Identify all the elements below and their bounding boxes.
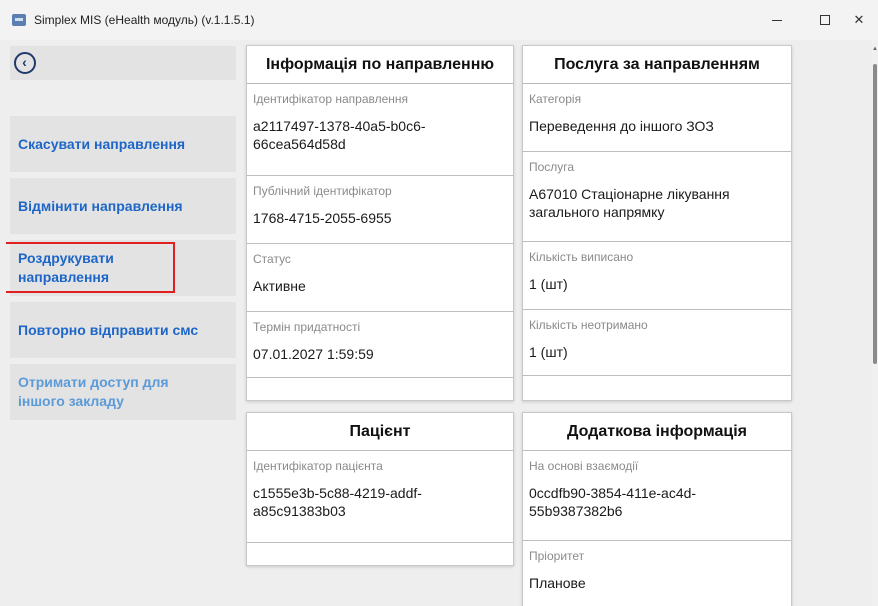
window-title: Simplex MIS (eHealth модуль) (v.1.1.5.1): [34, 13, 255, 27]
vertical-scrollbar[interactable]: ▲: [872, 40, 878, 606]
referral-service-title: Послуга за направленням: [523, 46, 791, 84]
field-label: Кількість виписано: [529, 250, 634, 264]
scroll-thumb[interactable]: [873, 64, 877, 364]
field-label: На основі взаємодії: [529, 459, 639, 473]
app-icon: [12, 14, 26, 26]
status-field: Статус Активне: [247, 244, 513, 312]
field-value: Активне: [253, 278, 306, 294]
field-value: Планове: [529, 575, 586, 591]
field-value: A67010 Стаціонарне лікування загального …: [529, 186, 730, 220]
maximize-icon: [820, 15, 830, 25]
field-value: 1 (шт): [529, 344, 568, 360]
patient-title: Пацієнт: [247, 413, 513, 451]
field-label: Ідентифікатор направлення: [253, 92, 409, 106]
back-button[interactable]: ‹: [10, 46, 236, 80]
referral-id-field: Ідентифікатор направлення a2117497-1378-…: [247, 84, 513, 176]
field-value: 1768-4715-2055-6955: [253, 210, 392, 226]
print-button-highlight: [6, 242, 175, 293]
field-label: Категорія: [529, 92, 582, 106]
priority-field: Пріоритет Планове: [523, 541, 791, 606]
minimize-button[interactable]: [754, 0, 800, 40]
patient-id-field: Ідентифікатор пацієнта c1555e3b-5c88-421…: [247, 451, 513, 543]
field-label: Термін придатності: [253, 320, 361, 334]
revoke-referral-button[interactable]: Відмінити направлення: [10, 178, 236, 234]
field-label: Кількість неотримано: [529, 318, 648, 332]
expiry-field: Термін придатності 07.01.2027 1:59:59: [247, 312, 513, 378]
field-label: Послуга: [529, 160, 575, 174]
patient-card: Пацієнт Ідентифікатор пацієнта c1555e3b-…: [246, 412, 514, 566]
quantity-issued-field: Кількість виписано 1 (шт): [523, 242, 791, 310]
field-value: c1555e3b-5c88-4219-addf-a85c91383b03: [253, 485, 422, 519]
field-label: Пріоритет: [529, 549, 585, 563]
minimize-icon: [772, 19, 782, 21]
field-value: Переведення до іншого ЗОЗ: [529, 118, 714, 134]
field-label: Ідентифікатор пацієнта: [253, 459, 383, 473]
field-value: 1 (шт): [529, 276, 568, 292]
additional-info-title: Додаткова інформація: [523, 413, 791, 451]
request-access-button[interactable]: Отримати доступ для іншого закладу: [10, 364, 236, 420]
field-value: a2117497-1378-40a5-b0c6-66cea564d58d: [253, 118, 426, 152]
referral-service-card: Послуга за направленням Категорія Переве…: [522, 45, 792, 401]
resend-sms-button[interactable]: Повторно відправити смс: [10, 302, 236, 358]
field-label: Статус: [253, 252, 291, 266]
close-icon: ✕: [853, 12, 865, 27]
field-value: 0ccdfb90-3854-411e-ac4d-55b9387382b6: [529, 485, 697, 519]
field-label: Публічний ідентифікатор: [253, 184, 392, 198]
cancel-referral-button[interactable]: Скасувати направлення: [10, 116, 236, 172]
referral-info-title: Інформація по направленню: [247, 46, 513, 84]
back-arrow-icon: ‹: [14, 52, 36, 74]
interaction-basis-field: На основі взаємодії 0ccdfb90-3854-411e-a…: [523, 451, 791, 541]
service-field: Послуга A67010 Стаціонарне лікування заг…: [523, 152, 791, 242]
public-id-field: Публічний ідентифікатор 1768-4715-2055-6…: [247, 176, 513, 244]
window-titlebar: Simplex MIS (eHealth модуль) (v.1.1.5.1)…: [0, 0, 878, 40]
close-button[interactable]: ✕: [836, 0, 878, 40]
quantity-unreceived-field: Кількість неотримано 1 (шт): [523, 310, 791, 376]
sidebar: ‹ Скасувати направлення Відмінити направ…: [0, 40, 240, 606]
scroll-up-icon[interactable]: ▲: [872, 46, 878, 54]
referral-info-card: Інформація по направленню Ідентифікатор …: [246, 45, 514, 401]
additional-info-card: Додаткова інформація На основі взаємодії…: [522, 412, 792, 606]
category-field: Категорія Переведення до іншого ЗОЗ: [523, 84, 791, 152]
field-value: 07.01.2027 1:59:59: [253, 346, 374, 362]
